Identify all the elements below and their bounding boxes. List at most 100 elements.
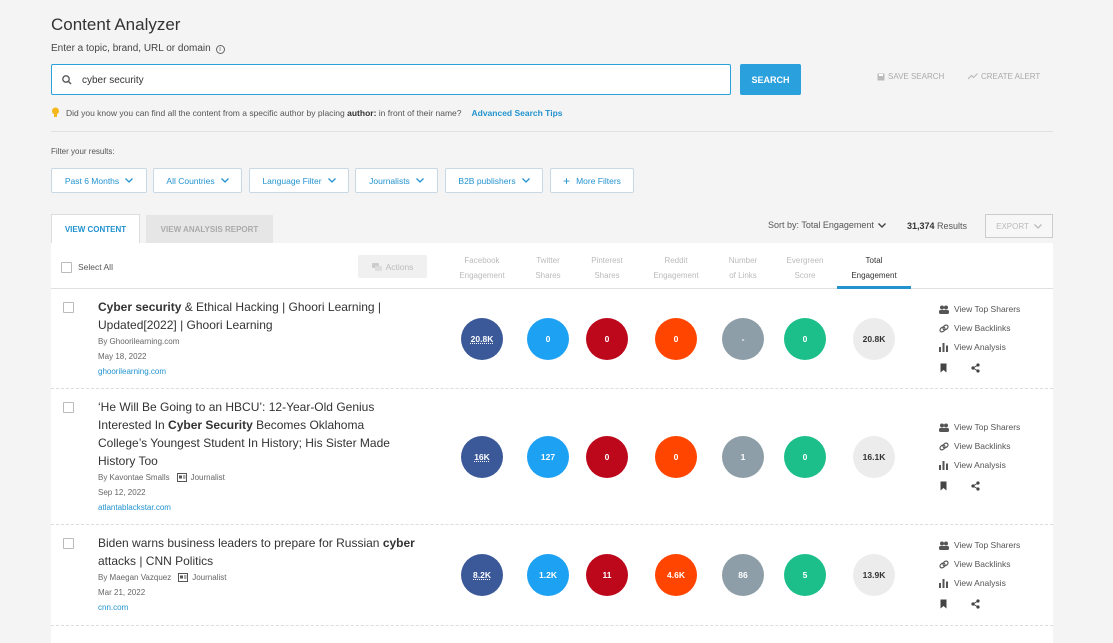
facebook-engagement[interactable]: 20.8K — [461, 318, 503, 360]
evergreen-score: 5 — [784, 554, 826, 596]
col-line1: Facebook — [464, 256, 500, 265]
share-icon[interactable] — [971, 481, 980, 491]
view-backlinks-link[interactable]: View Backlinks — [939, 441, 1011, 451]
col-line2: Score — [794, 271, 816, 280]
pinterest-shares: 0 — [586, 436, 628, 478]
advanced-search-tips-link[interactable]: Advanced Search Tips — [471, 108, 562, 118]
journalist-label: Journalist — [192, 573, 227, 582]
author-name: By Ghoorilearning.com — [98, 337, 180, 346]
users-icon — [939, 423, 949, 432]
view-backlinks-link[interactable]: View Backlinks — [939, 323, 1011, 333]
action-label: View Backlinks — [954, 323, 1011, 333]
view-backlinks-link[interactable]: View Backlinks — [939, 559, 1011, 569]
tip-prefix: Did you know you can find all the conten… — [66, 108, 345, 118]
action-label: View Analysis — [954, 460, 1006, 470]
col-reddit-engagement[interactable]: Reddit Engagement — [641, 253, 711, 283]
view-top-sharers-link[interactable]: View Top Sharers — [939, 304, 1020, 314]
view-analysis-link[interactable]: View Analysis — [939, 342, 1006, 352]
tab-view-content[interactable]: VIEW CONTENT — [51, 214, 140, 244]
facebook-engagement[interactable]: 16K — [461, 436, 503, 478]
action-label: View Backlinks — [954, 441, 1011, 451]
save-search-label: SAVE SEARCH — [888, 72, 945, 81]
tab-view-analysis-report[interactable]: VIEW ANALYSIS REPORT — [146, 215, 273, 243]
bar-chart-icon — [939, 460, 948, 470]
table-row: ‘He Will Be Going to an HBCU’: 12-Year-O… — [51, 390, 1053, 525]
sort-dropdown[interactable]: Sort by: Total Engagement — [768, 220, 886, 230]
sort-label: Sort by: Total Engagement — [768, 220, 874, 230]
page-title: Content Analyzer — [51, 15, 181, 34]
filter-label-text: Journalists — [369, 175, 410, 186]
view-top-sharers-link[interactable]: View Top Sharers — [939, 540, 1020, 550]
title-keyword: cyber — [382, 536, 415, 550]
search-input[interactable] — [82, 71, 722, 89]
bookmark-icon[interactable] — [939, 363, 948, 373]
more-filters-button[interactable]: + More Filters — [550, 168, 634, 193]
bar-chart-icon — [939, 342, 948, 352]
action-label: View Top Sharers — [954, 540, 1021, 550]
article-title[interactable]: Biden warns business leaders to prepare … — [98, 534, 416, 570]
col-pinterest-shares[interactable]: Pinterest Shares — [572, 253, 642, 283]
row-checkbox[interactable] — [63, 302, 74, 313]
view-analysis-link[interactable]: View Analysis — [939, 578, 1006, 588]
trend-icon — [968, 73, 978, 80]
share-icon[interactable] — [971, 363, 980, 373]
article-title[interactable]: ‘He Will Be Going to an HBCU’: 12-Year-O… — [98, 398, 416, 470]
col-facebook-engagement[interactable]: Facebook Engagement — [447, 253, 517, 283]
number-of-links: - — [722, 318, 764, 360]
divider — [51, 131, 1053, 132]
reddit-engagement: 0 — [655, 436, 697, 478]
filter-b2b-publishers[interactable]: B2B publishers — [445, 168, 543, 193]
twitter-shares: 0 — [527, 318, 569, 360]
export-button[interactable]: EXPORT — [985, 214, 1053, 238]
article-author: By Maegan Vazquez Journalist — [98, 573, 226, 582]
evergreen-score: 0 — [784, 318, 826, 360]
chevron-down-icon — [415, 178, 424, 183]
number-of-links: 1 — [722, 436, 764, 478]
actions-label: Actions — [385, 261, 414, 272]
actions-button[interactable]: Actions — [358, 255, 427, 278]
select-all-checkbox[interactable] — [61, 262, 72, 273]
filter-label: Filter your results: — [51, 147, 115, 156]
users-icon — [939, 541, 949, 550]
results-number: 31,374 — [907, 221, 935, 231]
pinterest-shares: 11 — [586, 554, 628, 596]
more-filters-label: More Filters — [576, 175, 621, 186]
search-button[interactable]: SEARCH — [740, 64, 801, 95]
plus-icon: + — [563, 173, 571, 188]
view-top-sharers-link[interactable]: View Top Sharers — [939, 422, 1020, 432]
facebook-engagement[interactable]: 8.2K — [461, 554, 503, 596]
author-name: By Maegan Vazquez — [98, 573, 172, 582]
create-alert-button[interactable]: CREATE ALERT — [968, 72, 1040, 81]
action-label: View Top Sharers — [954, 422, 1021, 432]
row-checkbox[interactable] — [63, 402, 74, 413]
article-domain[interactable]: ghoorilearning.com — [98, 367, 166, 376]
table-row: Cyber security & Ethical Hacking | Ghoor… — [51, 290, 1053, 389]
view-analysis-link[interactable]: View Analysis — [939, 460, 1006, 470]
table-row: Biden warns business leaders to prepare … — [51, 526, 1053, 626]
filter-journalists[interactable]: Journalists — [355, 168, 438, 193]
search-box[interactable] — [51, 64, 731, 95]
col-total-engagement[interactable]: Total Engagement — [839, 253, 909, 283]
filter-language[interactable]: Language Filter — [249, 168, 349, 193]
share-icon[interactable] — [971, 599, 980, 609]
author-name: By Kavontae Smalls — [98, 473, 170, 482]
article-date: Mar 21, 2022 — [98, 588, 146, 597]
filter-countries[interactable]: All Countries — [153, 168, 242, 193]
action-label: View Backlinks — [954, 559, 1011, 569]
col-evergreen-score[interactable]: Evergreen Score — [770, 253, 840, 283]
article-title[interactable]: Cyber security & Ethical Hacking | Ghoor… — [98, 298, 416, 334]
filter-date-range[interactable]: Past 6 Months — [51, 168, 147, 193]
article-domain[interactable]: atlantablackstar.com — [98, 503, 171, 512]
col-number-of-links[interactable]: Number of Links — [708, 253, 778, 283]
save-search-button[interactable]: SAVE SEARCH — [877, 72, 944, 81]
reddit-engagement: 4.6K — [655, 554, 697, 596]
results-label: Results — [937, 221, 968, 231]
article-domain[interactable]: cnn.com — [98, 603, 128, 612]
total-engagement: 13.9K — [853, 554, 895, 596]
info-icon[interactable]: i — [215, 45, 225, 54]
journalist-icon — [176, 473, 187, 482]
twitter-shares: 1.2K — [527, 554, 569, 596]
bookmark-icon[interactable] — [939, 599, 948, 609]
bookmark-icon[interactable] — [939, 481, 948, 491]
row-checkbox[interactable] — [63, 538, 74, 549]
